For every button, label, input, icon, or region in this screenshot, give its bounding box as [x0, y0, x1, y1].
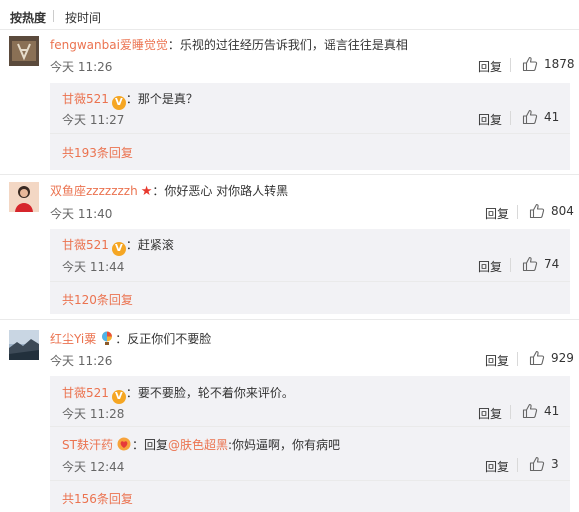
comment-divider	[0, 174, 579, 175]
star-icon: ★	[140, 184, 153, 199]
reply-box: 甘薇521 V ：要不要脸，轮不着你来评价。 今天 11:28 回复 41 ST麸汗…	[50, 376, 570, 512]
comment-time: 今天 11:40	[50, 207, 113, 221]
reply-text: ST麸汗药 ：回复@肤色超黑:你妈逼啊，你有病吧	[62, 436, 340, 453]
reply-box: 甘薇521 V ：那个是真？ 今天 11:27 回复 41 共193条回复	[50, 83, 570, 170]
action-separator	[510, 58, 511, 72]
reply-body: ：要不要脸，轮不着你来评价。	[125, 386, 294, 400]
comment-username[interactable]: fengwanbai爱睡觉觉	[50, 38, 168, 52]
reply-body: ：赶紧滚	[125, 238, 174, 252]
comment-text: fengwanbai爱睡觉觉：乐视的过往经历告诉我们，谣言往往是真相	[50, 36, 408, 53]
reply-text: 甘薇521 V ：要不要脸，轮不着你来评价。	[62, 384, 294, 404]
thumbs-up-icon	[522, 403, 538, 419]
reply-divider	[50, 133, 570, 134]
like-count: 41	[544, 404, 560, 418]
like-count: 74	[544, 257, 560, 271]
mention-link[interactable]: @肤色超黑	[168, 438, 228, 452]
reply-text: 甘薇521 V ：赶紧滚	[62, 236, 174, 256]
reply-username[interactable]: 甘薇521	[62, 238, 109, 252]
comment-text: 双鱼座zzzzzzzh ★：你好恶心 对你路人转黑	[50, 182, 288, 199]
reply-time: 今天 11:28	[62, 407, 125, 421]
avatar[interactable]	[9, 182, 39, 212]
reply-box: 甘薇521 V ：赶紧滚 今天 11:44 回复 74 共120条回复	[50, 229, 570, 314]
thumbs-up-icon	[529, 350, 545, 366]
comment-body: ：反正你们不要脸	[115, 332, 212, 346]
more-replies-link[interactable]: 共193条回复	[62, 144, 133, 161]
reply-username[interactable]: 甘薇521	[62, 92, 109, 106]
reply-button[interactable]: 回复	[478, 405, 502, 422]
like-count: 3	[551, 457, 559, 471]
action-separator	[510, 405, 511, 419]
like-button[interactable]: 1878	[522, 56, 575, 72]
sort-by-time-tab[interactable]: 按时间	[65, 9, 101, 26]
reply-divider	[50, 281, 570, 282]
avatar[interactable]	[9, 36, 39, 66]
avatar[interactable]	[9, 330, 39, 360]
hot-air-balloon-icon	[102, 331, 113, 345]
sort-divider	[53, 10, 54, 22]
like-button[interactable]: 41	[522, 403, 559, 419]
comment-time: 今天 11:26	[50, 354, 113, 368]
reply-body: :你妈逼啊，你有病吧	[227, 438, 341, 452]
action-separator	[517, 205, 518, 219]
like-button[interactable]: 929	[529, 350, 574, 366]
like-button[interactable]: 41	[522, 109, 559, 125]
reply-divider	[50, 480, 570, 481]
comment-divider	[0, 319, 579, 320]
reply-button[interactable]: 回复	[485, 458, 509, 475]
lover-badge-icon	[117, 437, 131, 451]
thumbs-up-icon	[522, 109, 538, 125]
sort-by-hot-tab[interactable]: 按热度	[10, 9, 46, 26]
verified-badge-icon: V	[111, 390, 126, 404]
action-separator	[510, 258, 511, 272]
reply-body: ：那个是真？	[125, 92, 198, 106]
thumbs-up-icon	[522, 56, 538, 72]
more-replies-link[interactable]: 共156条回复	[62, 490, 133, 507]
sort-bar: 按热度 按时间	[0, 0, 579, 30]
reply-button[interactable]: 回复	[485, 205, 509, 222]
like-button[interactable]: 804	[529, 203, 574, 219]
reply-divider	[50, 426, 570, 427]
reply-prefix: ：回复	[131, 438, 168, 452]
reply-username[interactable]: 甘薇521	[62, 386, 109, 400]
comment-time: 今天 11:26	[50, 60, 113, 74]
action-separator	[517, 458, 518, 472]
like-button[interactable]: 74	[522, 256, 559, 272]
more-replies-link[interactable]: 共120条回复	[62, 291, 133, 308]
action-separator	[510, 111, 511, 125]
like-count: 804	[551, 204, 574, 218]
reply-time: 今天 11:27	[62, 113, 125, 127]
like-count: 1878	[544, 57, 575, 71]
reply-time: 今天 12:44	[62, 460, 125, 474]
reply-time: 今天 11:44	[62, 260, 125, 274]
reply-username[interactable]: ST麸汗药	[62, 438, 113, 452]
like-count: 929	[551, 351, 574, 365]
reply-text: 甘薇521 V ：那个是真？	[62, 90, 198, 110]
comment-username[interactable]: 红尘Yi粟	[50, 332, 96, 346]
verified-badge-icon: V	[111, 242, 126, 256]
comment-username[interactable]: 双鱼座zzzzzzzh	[50, 184, 138, 198]
thumbs-up-icon	[529, 203, 545, 219]
reply-button[interactable]: 回复	[478, 58, 502, 75]
like-button[interactable]: 3	[529, 456, 559, 472]
comment-text: 红尘Yi粟 ：反正你们不要脸	[50, 330, 211, 347]
comment-body: ：你好恶心 对你路人转黑	[152, 184, 289, 198]
verified-badge-icon: V	[111, 96, 126, 110]
thumbs-up-icon	[529, 456, 545, 472]
reply-button[interactable]: 回复	[485, 352, 509, 369]
thumbs-up-icon	[522, 256, 538, 272]
comment-body: ：乐视的过往经历告诉我们，谣言往往是真相	[167, 38, 408, 52]
action-separator	[517, 352, 518, 366]
reply-button[interactable]: 回复	[478, 111, 502, 128]
like-count: 41	[544, 110, 560, 124]
reply-button[interactable]: 回复	[478, 258, 502, 275]
